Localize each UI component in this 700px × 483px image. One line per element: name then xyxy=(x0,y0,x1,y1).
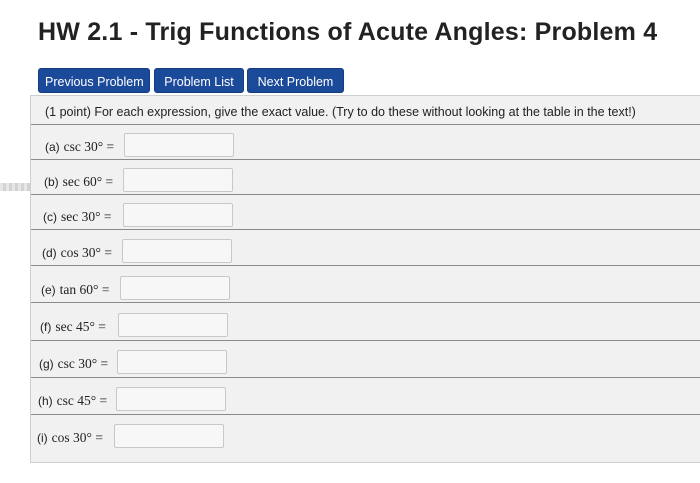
trig-expression: sec 60° = xyxy=(62,174,114,189)
part-letter: (f) xyxy=(40,320,52,334)
problem-row-d: (d) cos 30° = xyxy=(31,238,700,268)
row-label: (e) tan 60° = xyxy=(41,275,109,305)
trig-expression: csc 30° = xyxy=(63,139,115,154)
answer-input-b[interactable] xyxy=(123,168,233,192)
answer-input-f[interactable] xyxy=(118,313,228,337)
divider xyxy=(31,414,700,415)
problem-row-i: (i) cos 30° = xyxy=(31,423,700,453)
trig-expression: csc 45° = xyxy=(56,393,108,408)
answer-input-i[interactable] xyxy=(114,424,224,448)
trig-expression: csc 30° = xyxy=(57,356,109,371)
row-label: (d) cos 30° = xyxy=(42,238,112,268)
divider xyxy=(31,229,700,230)
edge-artifact xyxy=(0,183,32,191)
row-label: (g) csc 30° = xyxy=(39,349,108,379)
part-letter: (i) xyxy=(37,431,48,445)
answer-input-g[interactable] xyxy=(117,350,227,374)
row-label: (i) cos 30° = xyxy=(37,423,103,453)
divider xyxy=(31,265,700,266)
part-letter: (e) xyxy=(41,283,56,297)
next-problem-button[interactable]: Next Problem xyxy=(247,68,344,93)
divider xyxy=(31,194,700,195)
part-letter: (a) xyxy=(45,140,60,154)
divider xyxy=(31,340,700,341)
problem-row-c: (c) sec 30° = xyxy=(31,202,700,232)
part-letter: (g) xyxy=(39,357,54,371)
problem-row-a: (a) csc 30° = xyxy=(31,132,700,162)
answer-input-c[interactable] xyxy=(123,203,233,227)
row-label: (b) sec 60° = xyxy=(44,167,113,197)
problem-row-b: (b) sec 60° = xyxy=(31,167,700,197)
trig-expression: cos 30° = xyxy=(51,430,103,445)
answer-input-h[interactable] xyxy=(116,387,226,411)
row-label: (a) csc 30° = xyxy=(45,132,114,162)
answer-input-e[interactable] xyxy=(120,276,230,300)
part-letter: (b) xyxy=(44,175,59,189)
trig-expression: sec 30° = xyxy=(61,209,112,224)
trig-expression: cos 30° = xyxy=(60,245,112,260)
row-label: (f) sec 45° = xyxy=(40,312,106,342)
trig-expression: tan 60° = xyxy=(59,282,110,297)
part-letter: (c) xyxy=(43,210,57,224)
problem-row-f: (f) sec 45° = xyxy=(31,312,700,342)
part-letter: (h) xyxy=(38,394,53,408)
divider xyxy=(31,302,700,303)
problem-instructions: (1 point) For each expression, give the … xyxy=(45,105,636,119)
answer-input-a[interactable] xyxy=(124,133,234,157)
previous-problem-button[interactable]: Previous Problem xyxy=(38,68,150,93)
problem-row-g: (g) csc 30° = xyxy=(31,349,700,379)
problem-row-e: (e) tan 60° = xyxy=(31,275,700,305)
page-title: HW 2.1 - Trig Functions of Acute Angles:… xyxy=(38,18,658,46)
trig-expression: sec 45° = xyxy=(55,319,106,334)
divider xyxy=(31,124,700,125)
part-letter: (d) xyxy=(42,246,57,260)
problem-list-button[interactable]: Problem List xyxy=(154,68,244,93)
row-label: (c) sec 30° = xyxy=(43,202,112,232)
row-label: (h) csc 45° = xyxy=(38,386,107,416)
divider xyxy=(31,377,700,378)
problem-panel: (1 point) For each expression, give the … xyxy=(30,95,700,463)
divider xyxy=(31,159,700,160)
answer-input-d[interactable] xyxy=(122,239,232,263)
problem-row-h: (h) csc 45° = xyxy=(31,386,700,416)
